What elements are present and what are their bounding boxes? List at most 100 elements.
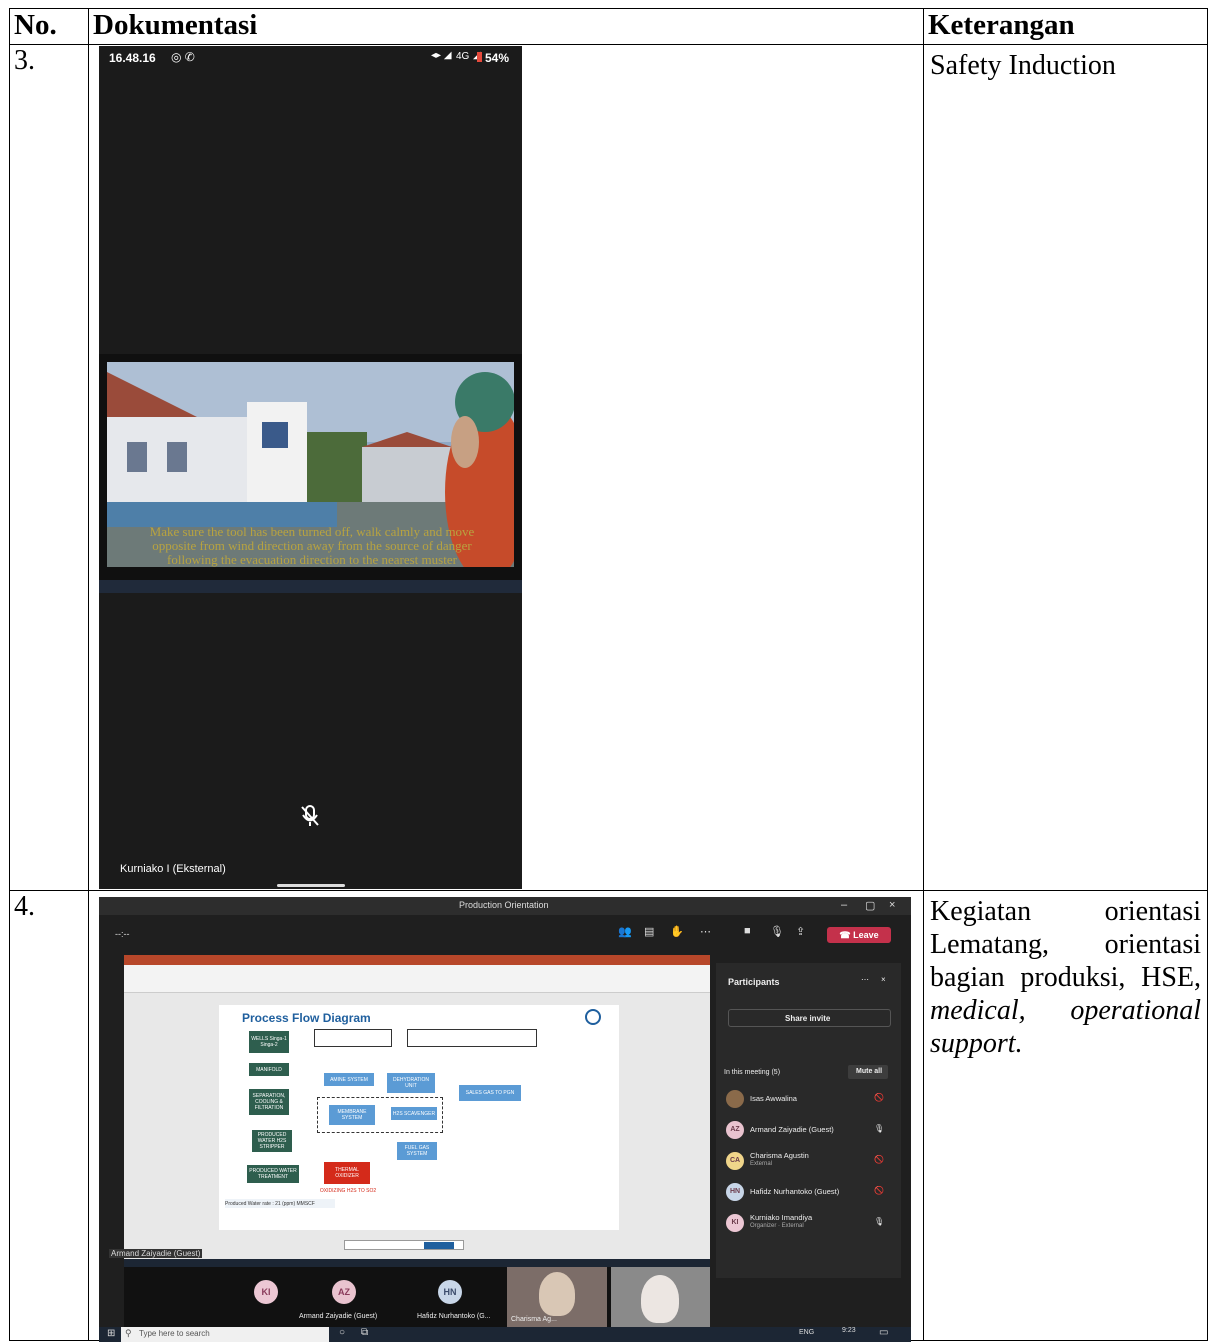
row-3-keterangan: Safety Induction <box>923 44 1208 891</box>
participant-name: Hafidz Nurhantoko (Guest) <box>750 1187 840 1196</box>
safety-video-scene: Make sure the tool has been turned off, … <box>107 362 514 567</box>
mic-muted-icon[interactable]: 🚫 <box>874 1186 884 1195</box>
window-restore-icon[interactable]: ▢ <box>865 899 875 912</box>
presenter-label: Armand Zaiyadie (Guest) <box>109 1249 203 1258</box>
signal-icon: ◂▸ ◢ <box>431 50 452 61</box>
taskbar-search-input[interactable]: ⚲ Type here to search <box>121 1327 329 1342</box>
person-video <box>539 1272 575 1316</box>
tray-time: 9:23 <box>842 1327 856 1334</box>
share-screen-icon[interactable]: ⇪ <box>796 925 805 938</box>
in-meeting-label: In this meeting (5) <box>724 1069 781 1076</box>
mic-icon[interactable]: 🎙 <box>874 1217 884 1226</box>
row-4-number: 4. <box>9 890 89 1341</box>
header-dokumentasi: Dokumentasi <box>88 8 924 45</box>
video-subtitle: Make sure the tool has been turned off, … <box>149 524 475 568</box>
panel-more-icon[interactable]: ⋯ <box>861 975 869 984</box>
mic-muted-icon[interactable]: 🚫 <box>874 1155 884 1164</box>
mic-off-icon[interactable]: 🎙 <box>770 925 784 938</box>
notification-icon[interactable]: ▭ <box>879 1327 888 1338</box>
window-close-icon[interactable]: × <box>889 899 895 911</box>
tile-name-az: Armand Zaiyadie (Guest) <box>299 1313 378 1320</box>
meeting-timer: --:-- <box>115 929 130 939</box>
slide-canvas: Process Flow Diagram WELLS Singa-1 Singa… <box>219 1005 619 1230</box>
teams-screenshot: Production Orientation – ▢ × --:-- 👥 ▤ ✋… <box>99 897 911 1342</box>
participant-name: Armand Zaiyadie (Guest) <box>750 1125 834 1134</box>
tile-avatar-hn: HN <box>438 1280 462 1304</box>
shared-screen-taskbar <box>99 580 522 593</box>
participant-avatar: HN <box>726 1183 744 1201</box>
participants-panel: Participants ⋯ × Share invite In this me… <box>716 963 901 1278</box>
dehydration-unit-box: DEHYDRATION UNIT <box>387 1073 435 1093</box>
row-3-number: 3. <box>9 44 89 891</box>
phone-hangup-icon: ☎ <box>839 930 854 940</box>
cortana-icon[interactable]: ○ <box>339 1327 345 1338</box>
tile-video-charisma: Charisma Ag... <box>507 1267 607 1327</box>
manifold-box: MANIFOLD <box>249 1063 289 1076</box>
participant-avatar: CA <box>726 1152 744 1170</box>
powerpoint-titlebar <box>124 955 710 965</box>
powerpoint-ribbon <box>124 965 710 993</box>
task-view-icon[interactable]: ⧉ <box>361 1327 368 1338</box>
panel-close-icon[interactable]: × <box>881 975 886 984</box>
participant-row[interactable]: KI Kurniako Imandiya Organizer · External 🎙 <box>724 1212 894 1238</box>
mic-muted-icon[interactable]: 🚫 <box>874 1093 884 1102</box>
slide-title: Process Flow Diagram <box>242 1011 371 1025</box>
participant-name: Charisma Agustin <box>750 1151 809 1160</box>
produced-water-rate: Produced Water rate : 21 (ppm) MMSCF <box>225 1199 335 1208</box>
participant-row[interactable]: AZ Armand Zaiyadie (Guest) 🎙 <box>724 1119 894 1145</box>
search-icon: ⚲ <box>125 1328 132 1338</box>
participants-icon[interactable]: 👥 <box>618 925 632 938</box>
header-no: No. <box>9 8 89 45</box>
thermal-oxidizer-box: THERMAL OXIDIZER <box>324 1162 370 1184</box>
participant-row[interactable]: CA Charisma Agustin External 🚫 <box>724 1150 894 1176</box>
person-video-2 <box>641 1275 679 1323</box>
share-invite-button[interactable]: Share invite <box>728 1009 891 1027</box>
tile-avatar-ki: KI <box>254 1280 278 1304</box>
mute-all-label: Mute all <box>856 1068 883 1075</box>
tile-video-2 <box>611 1267 710 1327</box>
mute-all-button[interactable]: Mute all <box>848 1065 888 1079</box>
windows-start-icon[interactable]: ⊞ <box>107 1328 115 1339</box>
mic-muted-icon <box>301 805 319 826</box>
company-logo <box>585 1009 601 1025</box>
tile-name-hn: Hafidz Nurhantoko (G... <box>417 1313 491 1320</box>
fuel-gas-box: FUEL GAS SYSTEM <box>397 1142 437 1160</box>
participant-row[interactable]: Isas Awwalina 🚫 <box>724 1088 894 1114</box>
notification-button[interactable] <box>424 1242 454 1249</box>
leave-label: Leave <box>853 930 879 940</box>
amine-system-box: AMINE SYSTEM <box>324 1073 374 1086</box>
participant-avatar <box>726 1090 744 1108</box>
tile-avatar-az: AZ <box>332 1280 356 1304</box>
standby-group-outline <box>317 1097 443 1133</box>
participant-row[interactable]: HN Hafidz Nurhantoko (Guest) 🚫 <box>724 1181 894 1207</box>
participant-role: Organizer · External <box>750 1223 804 1229</box>
oxidizing-label: OXIDIZING H2S TO SO2 <box>319 1187 377 1194</box>
mic-icon[interactable]: 🎙 <box>874 1124 884 1133</box>
window-minimize-icon[interactable]: – <box>841 899 847 911</box>
more-options-icon[interactable]: ⋯ <box>700 925 711 938</box>
participant-avatar: AZ <box>726 1121 744 1139</box>
chat-icon[interactable]: ▤ <box>644 925 654 938</box>
wells-box: WELLS Singa-1 Singa-2 <box>249 1031 289 1053</box>
tray-language: ENG <box>799 1329 815 1336</box>
keterangan-italic-text: medical, operational support. <box>930 995 1201 1059</box>
battery-icon <box>477 52 482 62</box>
produced-water-stripper-box: PRODUCED WATER H2S STRIPPER <box>252 1130 292 1152</box>
battery-level: 54% <box>485 51 510 65</box>
participant-role: External <box>750 1161 773 1167</box>
keterangan-text: Kegiatan orientasi Lematang, orientasi b… <box>930 896 1201 993</box>
participant-name: Isas Awwalina <box>750 1094 797 1103</box>
leave-button[interactable]: ☎ Leave <box>827 927 891 943</box>
camera-icon[interactable]: ■ <box>744 925 751 937</box>
sales-gas-box: SALES GAS TO PGN <box>459 1085 521 1101</box>
participant-avatar: KI <box>726 1214 744 1232</box>
participants-title: Participants <box>728 977 780 987</box>
parameter-data-table <box>407 1029 537 1047</box>
separation-box: SEPARATION, COOLING & FILTRATION <box>249 1089 289 1115</box>
wells-data-table <box>314 1029 392 1047</box>
raise-hand-icon[interactable]: ✋ <box>670 925 684 938</box>
produced-water-treatment-box: PRODUCED WATER TREATMENT <box>247 1165 299 1183</box>
participant-name: Kurniako I (Eksternal) <box>120 863 226 875</box>
tile-name-charisma: Charisma Ag... <box>511 1316 557 1323</box>
network-type: 4G <box>456 51 470 62</box>
